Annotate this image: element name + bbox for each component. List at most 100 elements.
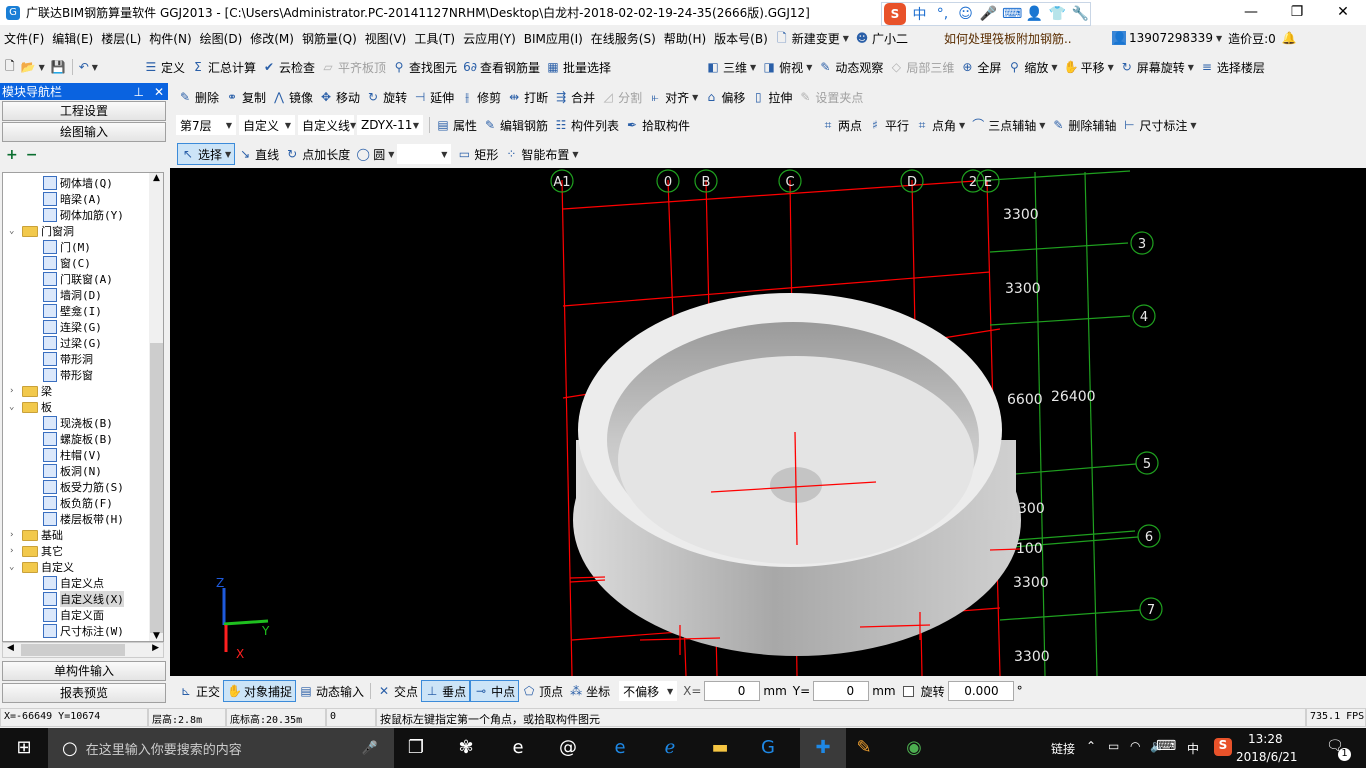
toolbar-button[interactable]: ↻ 点加长度 bbox=[282, 143, 353, 165]
toolbar-button[interactable]: ▤ 属性 bbox=[433, 114, 480, 136]
ime-user-icon[interactable]: 👤 bbox=[1025, 6, 1044, 22]
toolbar-button[interactable]: ✋ 平移 ▼ bbox=[1061, 56, 1117, 78]
rotate-checkbox[interactable] bbox=[902, 685, 914, 697]
scroll-thumb[interactable] bbox=[150, 343, 163, 633]
report-preview-button[interactable]: 报表预览 bbox=[2, 683, 166, 703]
link-toolbar[interactable]: 链接 bbox=[1051, 740, 1075, 757]
new-change-button[interactable]: 🗋 新建变更 ▼ bbox=[772, 27, 852, 49]
tree-item[interactable]: 壁龛(I) bbox=[43, 303, 102, 319]
sogou-logo[interactable]: S bbox=[884, 3, 906, 25]
menu-item[interactable]: 在线服务(S) bbox=[587, 30, 660, 47]
pin-icon[interactable]: ⊥ bbox=[133, 85, 143, 99]
menu-item[interactable]: 钢筋量(Q) bbox=[298, 30, 361, 47]
ime-voice-icon[interactable]: 🎤 bbox=[979, 6, 998, 22]
glodon-g-icon[interactable]: G bbox=[756, 736, 780, 760]
sogou-tray-icon[interactable]: S bbox=[1214, 738, 1232, 756]
toolbar-button[interactable]: ▭ 矩形 bbox=[454, 143, 501, 165]
scroll-down-icon[interactable]: ▼ bbox=[149, 631, 163, 641]
toolbar-button[interactable]: ↻ 旋转 bbox=[363, 86, 410, 108]
ime-lang-icon[interactable]: 中 bbox=[910, 4, 929, 24]
taskbar-search[interactable]: ○ 在这里输入你要搜索的内容 🎤 bbox=[48, 728, 394, 768]
bell-icon[interactable]: 🔔 bbox=[1279, 27, 1300, 49]
toolbar-button[interactable]: ⊣ 延伸 bbox=[410, 86, 457, 108]
toolbar-button[interactable]: ⬠ 顶点 bbox=[519, 680, 566, 702]
toolbar-button[interactable]: ◿ 分割 bbox=[598, 86, 645, 108]
toolbar-button[interactable]: ⊢ 尺寸标注 ▼ bbox=[1119, 114, 1199, 136]
toolbar-button[interactable]: ⁂ 坐标 bbox=[566, 680, 613, 702]
toolbar-button[interactable]: ⌗ 点角 ▼ bbox=[912, 114, 968, 136]
ime-indicator[interactable]: 中 bbox=[1187, 740, 1199, 757]
menu-item[interactable]: 楼层(L) bbox=[97, 30, 145, 47]
tree-folder[interactable]: › 梁 bbox=[9, 383, 52, 399]
tree-item[interactable]: 柱帽(V) bbox=[43, 447, 102, 463]
toolbar-button[interactable]: ⋀ 镜像 bbox=[269, 86, 316, 108]
battery-icon[interactable]: ▭ bbox=[1108, 739, 1119, 753]
toolbar-button[interactable]: ↻ 屏幕旋转 ▼ bbox=[1117, 56, 1197, 78]
menu-item[interactable]: 工具(T) bbox=[410, 30, 459, 47]
toolbar-button[interactable]: ♯ 平行 bbox=[865, 114, 912, 136]
toolbar-button[interactable]: ⌂ 偏移 bbox=[701, 86, 748, 108]
offset-select[interactable]: 不偏移 ▼ bbox=[619, 681, 678, 701]
toolbar-button[interactable]: ✎ 删除 bbox=[175, 86, 222, 108]
chevron-right-icon[interactable]: › bbox=[9, 530, 19, 540]
toolbar-button[interactable]: ⊾ 正交 bbox=[176, 680, 223, 702]
menu-item[interactable]: 绘图(D) bbox=[196, 30, 247, 47]
tree-folder[interactable]: ⌄ 门窗洞 bbox=[9, 223, 74, 239]
toolbar-button[interactable]: ↘ 直线 bbox=[235, 143, 282, 165]
toolbar-button[interactable]: ⫦ 对齐 ▼ bbox=[645, 86, 701, 108]
toolbar-button[interactable]: ⚲ 查找图元 bbox=[389, 56, 460, 78]
collapse-all-icon[interactable]: − bbox=[26, 147, 38, 163]
toolbar-button[interactable]: ▱ 平齐板顶 bbox=[318, 56, 389, 78]
wifi-icon[interactable]: ◠ bbox=[1130, 739, 1140, 753]
tree-item[interactable]: 暗梁(A) bbox=[43, 191, 102, 207]
menu-item[interactable]: 构件(N) bbox=[145, 30, 195, 47]
chevron-down-icon[interactable]: ⌄ bbox=[9, 226, 19, 236]
notes-app-icon[interactable]: ✎ bbox=[852, 736, 876, 760]
tree-item[interactable]: 板负筋(F) bbox=[43, 495, 113, 511]
tree-item[interactable]: 窗(C) bbox=[43, 255, 91, 271]
tree-item[interactable]: 现浇板(B) bbox=[43, 415, 113, 431]
tree-folder[interactable]: ⌄ 自定义 bbox=[9, 559, 74, 575]
close-icon[interactable]: ✕ bbox=[154, 85, 164, 99]
toolbar-button[interactable]: ⇶ 合并 bbox=[551, 86, 598, 108]
ggj-app-icon[interactable]: ✚ bbox=[800, 728, 846, 768]
tree-item[interactable]: 连梁(G) bbox=[43, 319, 102, 335]
tree-item[interactable]: 板受力筋(S) bbox=[43, 479, 124, 495]
toolbar-button[interactable]: ✕ 交点 bbox=[374, 680, 421, 702]
menu-item[interactable]: 版本号(B) bbox=[710, 30, 772, 47]
minimize-button[interactable]: — bbox=[1228, 0, 1274, 25]
file-explorer-icon[interactable]: ▬ bbox=[708, 736, 732, 760]
clock-date[interactable]: 2018/6/21 bbox=[1236, 750, 1298, 764]
toolbar-button[interactable]: ◧ 三维 ▼ bbox=[703, 56, 759, 78]
single-input-button[interactable]: 单构件输入 bbox=[2, 661, 166, 681]
tree-item[interactable]: 带形窗 bbox=[43, 367, 93, 383]
toolbar-button[interactable]: Σ 汇总计算 bbox=[188, 56, 259, 78]
tree-item[interactable]: 砌体墙(Q) bbox=[43, 175, 113, 191]
ie-old-icon[interactable]: e bbox=[506, 736, 530, 760]
tree-item[interactable]: 门(M) bbox=[43, 239, 91, 255]
toolbar-button[interactable]: ⌒ 三点辅轴 ▼ bbox=[968, 114, 1048, 136]
y-input[interactable]: 0 bbox=[813, 681, 870, 701]
tree-item[interactable]: 螺旋板(B) bbox=[43, 431, 113, 447]
toolbar-button[interactable]: ✎ 编辑钢筋 bbox=[480, 114, 551, 136]
scroll-right-icon[interactable]: ▶ bbox=[152, 643, 159, 653]
menu-item[interactable]: 修改(M) bbox=[246, 30, 298, 47]
toolbar-button[interactable]: ⌗ 两点 bbox=[818, 114, 865, 136]
edge-icon[interactable]: e bbox=[608, 736, 632, 760]
keyboard-icon[interactable]: ⌨ bbox=[1156, 738, 1176, 754]
toolbar-button[interactable]: ✒ 拾取构件 bbox=[622, 114, 693, 136]
close-button[interactable]: ✕ bbox=[1320, 0, 1366, 25]
vertical-scrollbar[interactable]: ▲ ▼ bbox=[149, 173, 163, 641]
toolbar-button[interactable]: ◇ 局部三维 bbox=[886, 56, 957, 78]
expand-all-icon[interactable]: + bbox=[6, 147, 18, 163]
toolbar-button[interactable]: ☷ 构件列表 bbox=[551, 114, 622, 136]
toolbar-button[interactable]: ✎ 动态观察 bbox=[815, 56, 886, 78]
rotate-input[interactable]: 0.000 bbox=[947, 681, 1014, 701]
menu-item[interactable]: BIM应用(I) bbox=[520, 30, 587, 47]
toolbar-button[interactable]: ☰ 定义 bbox=[141, 56, 188, 78]
toolbar-button[interactable]: ✎ 删除辅轴 bbox=[1048, 114, 1119, 136]
toolbar-button[interactable]: ✋ 对象捕捉 bbox=[223, 680, 297, 702]
toolbar-button[interactable]: ⁘ 智能布置 ▼ bbox=[501, 143, 581, 165]
open-file-icon[interactable]: 📂 ▼ bbox=[18, 56, 48, 78]
toolbar-button[interactable]: ✔ 云检查 bbox=[259, 56, 318, 78]
